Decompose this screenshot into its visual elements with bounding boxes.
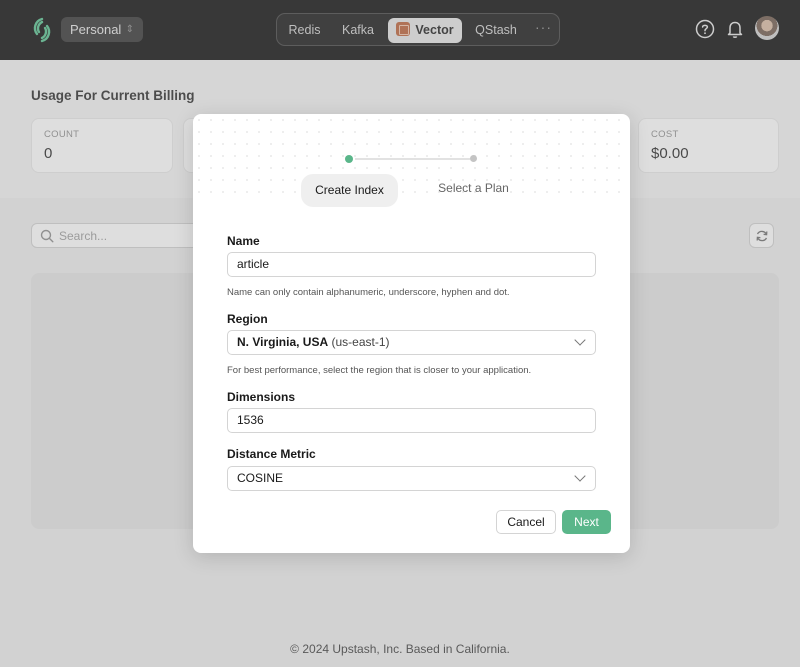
distance-metric-value: COSINE [237, 471, 284, 485]
step-select-plan[interactable]: Select a Plan [431, 174, 516, 207]
name-label: Name [227, 234, 260, 248]
dimensions-field[interactable]: 1536 [227, 408, 596, 433]
create-index-modal: Create Index Select a Plan Name article … [193, 114, 630, 553]
step-indicator-active [345, 155, 353, 163]
step-indicator-inactive [470, 155, 477, 162]
dimensions-label: Dimensions [227, 390, 296, 404]
region-help-text: For best performance, select the region … [227, 365, 532, 376]
region-value: N. Virginia, USA [237, 335, 329, 349]
chevron-down-icon [574, 470, 586, 482]
stepper-line [355, 158, 470, 160]
name-field[interactable]: article [227, 252, 596, 277]
cancel-button[interactable]: Cancel [496, 510, 556, 534]
region-code: (us-east-1) [331, 335, 390, 349]
distance-metric-select[interactable]: COSINE [227, 466, 596, 491]
region-select[interactable]: N. Virginia, USA (us-east-1) [227, 330, 596, 355]
decorative-dot-pattern [193, 114, 630, 194]
chevron-down-icon [574, 334, 586, 346]
region-label: Region [227, 312, 268, 326]
step-create-index[interactable]: Create Index [301, 174, 398, 207]
distance-metric-label: Distance Metric [227, 447, 316, 461]
next-button[interactable]: Next [562, 510, 611, 534]
name-help-text: Name can only contain alphanumeric, unde… [227, 287, 510, 298]
